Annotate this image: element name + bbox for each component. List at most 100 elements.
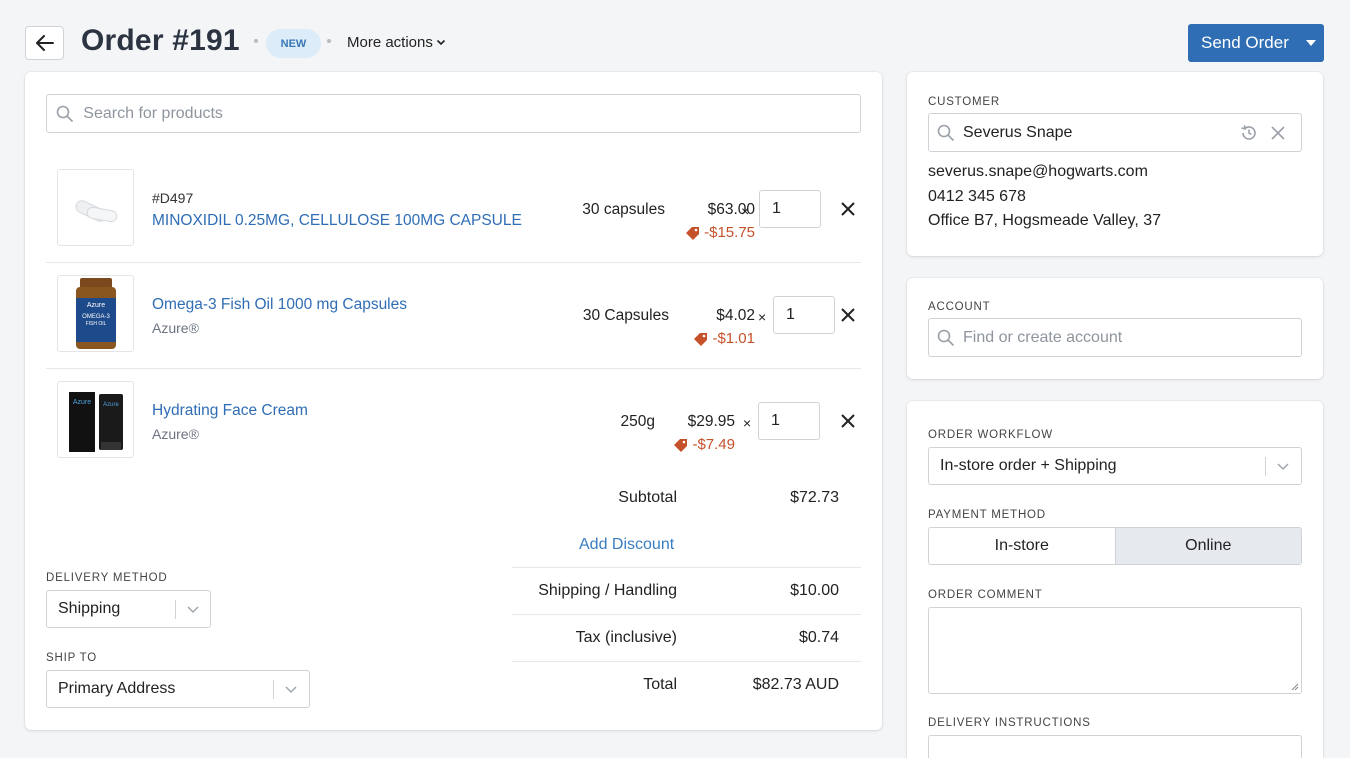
more-actions-label: More actions — [347, 34, 433, 51]
remove-item-button[interactable] — [837, 198, 859, 220]
shipping-value: $10.00 — [790, 582, 839, 599]
discount-amount: -$15.75 — [685, 224, 755, 241]
order-workflow-label: ORDER WORKFLOW — [928, 429, 1053, 441]
svg-text:FISH OIL: FISH OIL — [85, 321, 106, 327]
chevron-down-icon — [285, 686, 297, 694]
clear-icon[interactable] — [1271, 125, 1285, 140]
line-item: Azure OMEGA-3 FISH OIL Omega-3 Fish Oil … — [46, 266, 861, 372]
search-icon — [937, 124, 955, 141]
discount-amount: -$1.01 — [693, 330, 755, 347]
close-icon — [841, 202, 855, 216]
arrow-left-icon — [35, 35, 54, 51]
line-item: Azure Azure Hydrating Face Cream Azure® … — [46, 372, 861, 478]
top-bar: Order #191 NEW More actions Send Order — [0, 0, 1350, 72]
svg-text:OMEGA-3: OMEGA-3 — [82, 314, 110, 320]
product-size: 30 Capsules — [582, 307, 669, 324]
caret-down-icon — [1305, 40, 1316, 46]
send-options-toggle[interactable] — [1296, 40, 1324, 46]
search-icon — [937, 329, 955, 346]
tax-value: $0.74 — [798, 629, 839, 646]
line-item: #D497 MINOXIDIL 0.25MG, CELLULOSE 100MG … — [46, 160, 861, 266]
separator-dot — [327, 39, 331, 43]
account-card: ACCOUNT — [907, 278, 1323, 379]
multiply-sign: × — [741, 203, 750, 219]
search-icon — [56, 105, 74, 122]
account-label: ACCOUNT — [928, 301, 991, 313]
remove-item-button[interactable] — [837, 410, 859, 432]
remove-item-button[interactable] — [837, 304, 859, 326]
bottle-image: Azure OMEGA-3 FISH OIL — [75, 278, 116, 349]
payment-option-online[interactable]: Online — [1114, 528, 1301, 564]
more-actions-button[interactable]: More actions — [347, 34, 446, 51]
send-order-button[interactable]: Send Order — [1188, 24, 1324, 62]
page-title: Order #191 — [81, 24, 240, 57]
tax-row: Tax (inclusive) $0.74 — [512, 629, 861, 675]
back-button[interactable] — [25, 26, 64, 60]
chevron-down-icon — [1277, 463, 1289, 471]
delivery-instructions-textarea[interactable] — [928, 735, 1302, 758]
subtotal-label: Subtotal — [618, 489, 677, 506]
product-name-link[interactable]: MINOXIDIL 0.25MG, CELLULOSE 100MG CAPSUL… — [152, 212, 522, 230]
delivery-method-label: DELIVERY METHOD — [46, 572, 168, 584]
product-image — [57, 169, 134, 246]
payment-method-label: PAYMENT METHOD — [928, 509, 1046, 521]
total-row: Total $82.73 AUD — [512, 676, 861, 722]
quantity-input[interactable]: 1 — [758, 402, 820, 440]
totals-divider — [512, 661, 861, 662]
close-icon — [841, 414, 855, 428]
product-price: $29.95 — [687, 413, 735, 430]
tag-icon — [686, 226, 700, 240]
quantity-input[interactable]: 1 — [759, 190, 821, 228]
product-search[interactable] — [46, 94, 861, 133]
status-badge: NEW — [266, 29, 321, 58]
subtotal-value: $72.73 — [790, 489, 839, 506]
discount-value: -$15.75 — [704, 224, 755, 241]
shipping-label: Shipping / Handling — [538, 582, 677, 599]
add-discount-link[interactable]: Add Discount — [579, 536, 674, 554]
customer-name: Severus Snape — [963, 123, 1073, 141]
resize-handle-icon[interactable] — [1289, 681, 1299, 691]
delivery-method-value: Shipping — [58, 600, 121, 617]
customer-field[interactable]: Severus Snape — [928, 113, 1302, 152]
multiply-sign: × — [758, 309, 767, 325]
payment-method-toggle[interactable]: In-store Online — [928, 527, 1302, 565]
chevron-down-icon — [187, 606, 199, 614]
account-input[interactable] — [963, 328, 1301, 347]
tag-icon — [694, 332, 708, 346]
order-comment-textarea[interactable] — [928, 607, 1302, 694]
product-size: 30 capsules — [582, 201, 665, 218]
customer-card: CUSTOMER Severus Snape severus.snape@hog… — [907, 72, 1323, 256]
tax-label: Tax (inclusive) — [575, 629, 677, 646]
discount-value: -$1.01 — [712, 330, 755, 347]
product-image: Azure OMEGA-3 FISH OIL — [57, 275, 134, 352]
account-field[interactable] — [928, 318, 1302, 357]
tag-icon — [674, 438, 688, 452]
payment-option-in-store[interactable]: In-store — [929, 528, 1115, 564]
totals-divider — [512, 567, 861, 568]
chevron-down-icon — [436, 39, 445, 46]
history-icon[interactable] — [1239, 123, 1259, 143]
customer-address: Office B7, Hogsmeade Valley, 37 — [928, 212, 1162, 229]
order-items-card: #D497 MINOXIDIL 0.25MG, CELLULOSE 100MG … — [25, 72, 882, 730]
capsule-image — [74, 199, 117, 222]
order-workflow-select[interactable]: In-store order + Shipping — [928, 447, 1302, 485]
delivery-instructions-label: DELIVERY INSTRUCTIONS — [928, 717, 1091, 729]
totals-divider — [512, 614, 861, 615]
send-order-label: Send Order — [1201, 33, 1289, 52]
separator-dot — [254, 39, 258, 43]
product-image: Azure Azure — [57, 381, 134, 458]
discount-amount: -$7.49 — [673, 436, 735, 453]
close-icon — [841, 308, 855, 322]
product-name-link[interactable]: Hydrating Face Cream — [152, 402, 308, 420]
delivery-method-select[interactable]: Shipping — [46, 590, 211, 628]
search-input[interactable] — [83, 104, 860, 123]
customer-label: CUSTOMER — [928, 96, 1000, 108]
customer-email: severus.snape@hogwarts.com — [928, 163, 1148, 180]
total-label: Total — [643, 676, 677, 693]
product-sku: #D497 — [152, 190, 194, 206]
ship-to-select[interactable]: Primary Address — [46, 670, 310, 708]
quantity-input[interactable]: 1 — [773, 296, 835, 334]
order-workflow-value: In-store order + Shipping — [940, 457, 1117, 474]
product-name-link[interactable]: Omega-3 Fish Oil 1000 mg Capsules — [152, 296, 407, 314]
order-comment-label: ORDER COMMENT — [928, 589, 1043, 601]
